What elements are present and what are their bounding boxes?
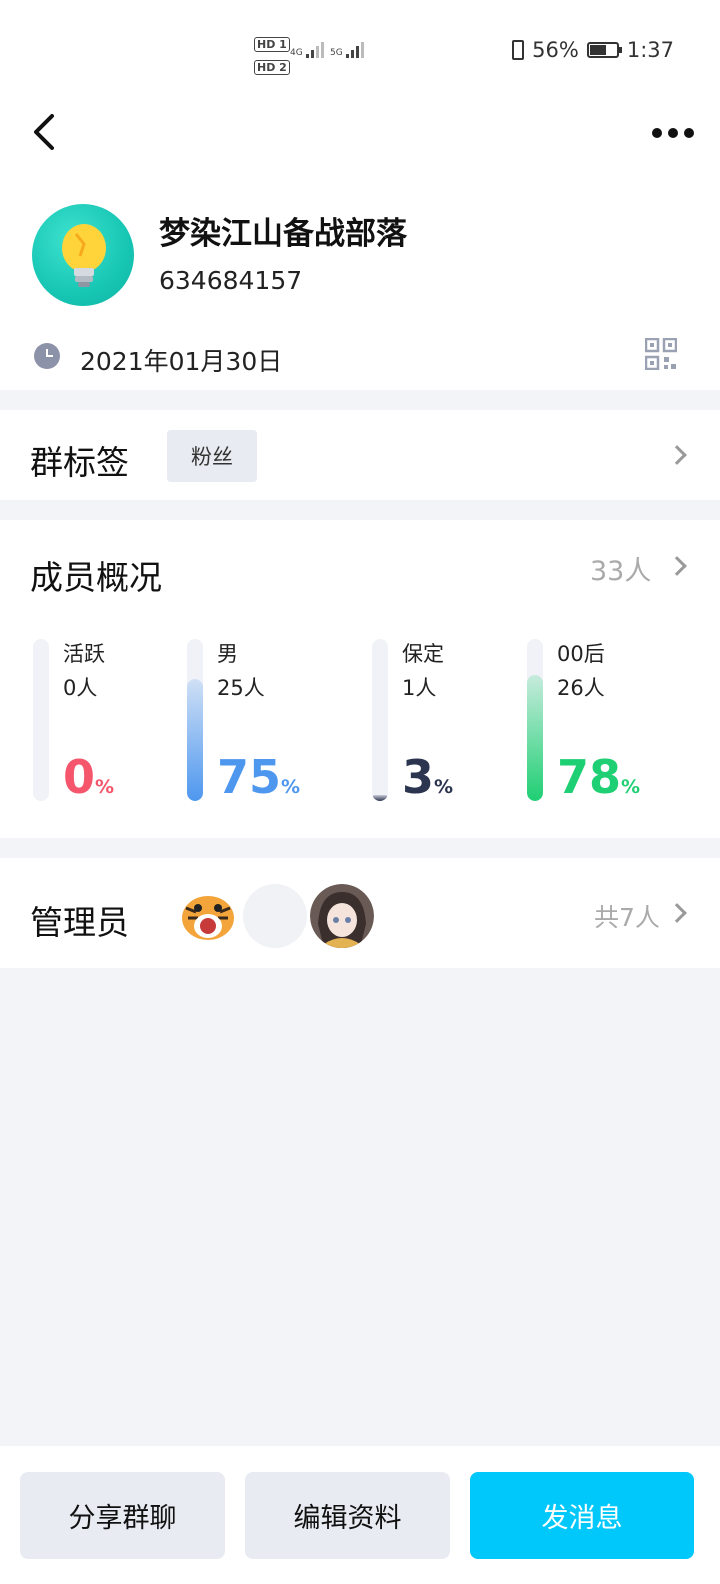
stat-bar-active: [33, 639, 49, 801]
members-count: 33人: [590, 556, 652, 587]
stat-percent: 0%: [63, 750, 115, 804]
more-button[interactable]: [652, 124, 696, 142]
send-message-button[interactable]: 发消息: [470, 1472, 694, 1559]
signal-4g-icon: 4G: [290, 40, 326, 58]
group-avatar[interactable]: [32, 204, 134, 306]
more-dot-icon: [668, 128, 678, 138]
hd1-label: HD 1: [254, 37, 290, 52]
battery-icon: [586, 42, 622, 58]
status-bar: HD 1 HD 2 4G 5G 56% 1:37: [0, 0, 720, 100]
qr-code-icon[interactable]: [645, 338, 677, 370]
net2-label: 5G: [330, 48, 343, 58]
stat-label: 00后: [557, 642, 605, 666]
clock-time: 1:37: [626, 38, 674, 62]
admin-avatar[interactable]: [243, 884, 307, 948]
stat-count: 25人: [217, 676, 265, 700]
tag-chip: 粉丝: [167, 430, 257, 482]
members-title: 成员概况: [30, 558, 162, 597]
stat-percent: 78%: [557, 750, 641, 804]
back-arrow-icon: [34, 114, 54, 150]
signal-5g-icon: 5G: [330, 40, 366, 58]
battery-percent: 56%: [532, 38, 579, 62]
stat-label: 保定: [402, 642, 444, 666]
stat-bar-00s: [527, 639, 543, 801]
edit-profile-button[interactable]: 编辑资料: [245, 1472, 450, 1559]
tags-title: 群标签: [30, 443, 129, 482]
stat-percent: 3%: [402, 750, 454, 804]
stat-count: 0人: [63, 676, 98, 700]
status-right: 56% 1:37: [512, 38, 674, 62]
stat-count: 26人: [557, 676, 605, 700]
vibrate-icon: [512, 40, 525, 60]
tiger-avatar-icon: [176, 884, 240, 948]
stat-label: 男: [217, 642, 238, 666]
created-date: 2021年01月30日: [80, 347, 283, 376]
admins-title: 管理员: [30, 903, 129, 942]
admins-total: 共7人: [594, 903, 660, 932]
stat-label: 活跃: [63, 642, 105, 666]
lightbulb-icon: [62, 224, 106, 287]
stat-percent: 75%: [217, 750, 301, 804]
more-dot-icon: [652, 128, 662, 138]
stat-bar-male: [187, 639, 203, 801]
back-button[interactable]: [30, 110, 60, 154]
share-group-button[interactable]: 分享群聊: [20, 1472, 225, 1559]
hd2-label: HD 2: [254, 60, 290, 75]
net1-label: 4G: [290, 48, 303, 58]
hd-indicator: HD 1 HD 2: [254, 34, 290, 80]
stat-count: 1人: [402, 676, 437, 700]
more-dot-icon: [684, 128, 694, 138]
group-id: 634684157: [159, 266, 303, 295]
admin-avatar[interactable]: [310, 884, 374, 948]
anime-girl-avatar-icon: [310, 884, 374, 948]
stat-bar-baoding: [372, 639, 388, 801]
admin-avatar[interactable]: [176, 884, 240, 948]
group-name: 梦染江山备战部落: [159, 216, 407, 252]
clock-icon: [34, 343, 60, 369]
